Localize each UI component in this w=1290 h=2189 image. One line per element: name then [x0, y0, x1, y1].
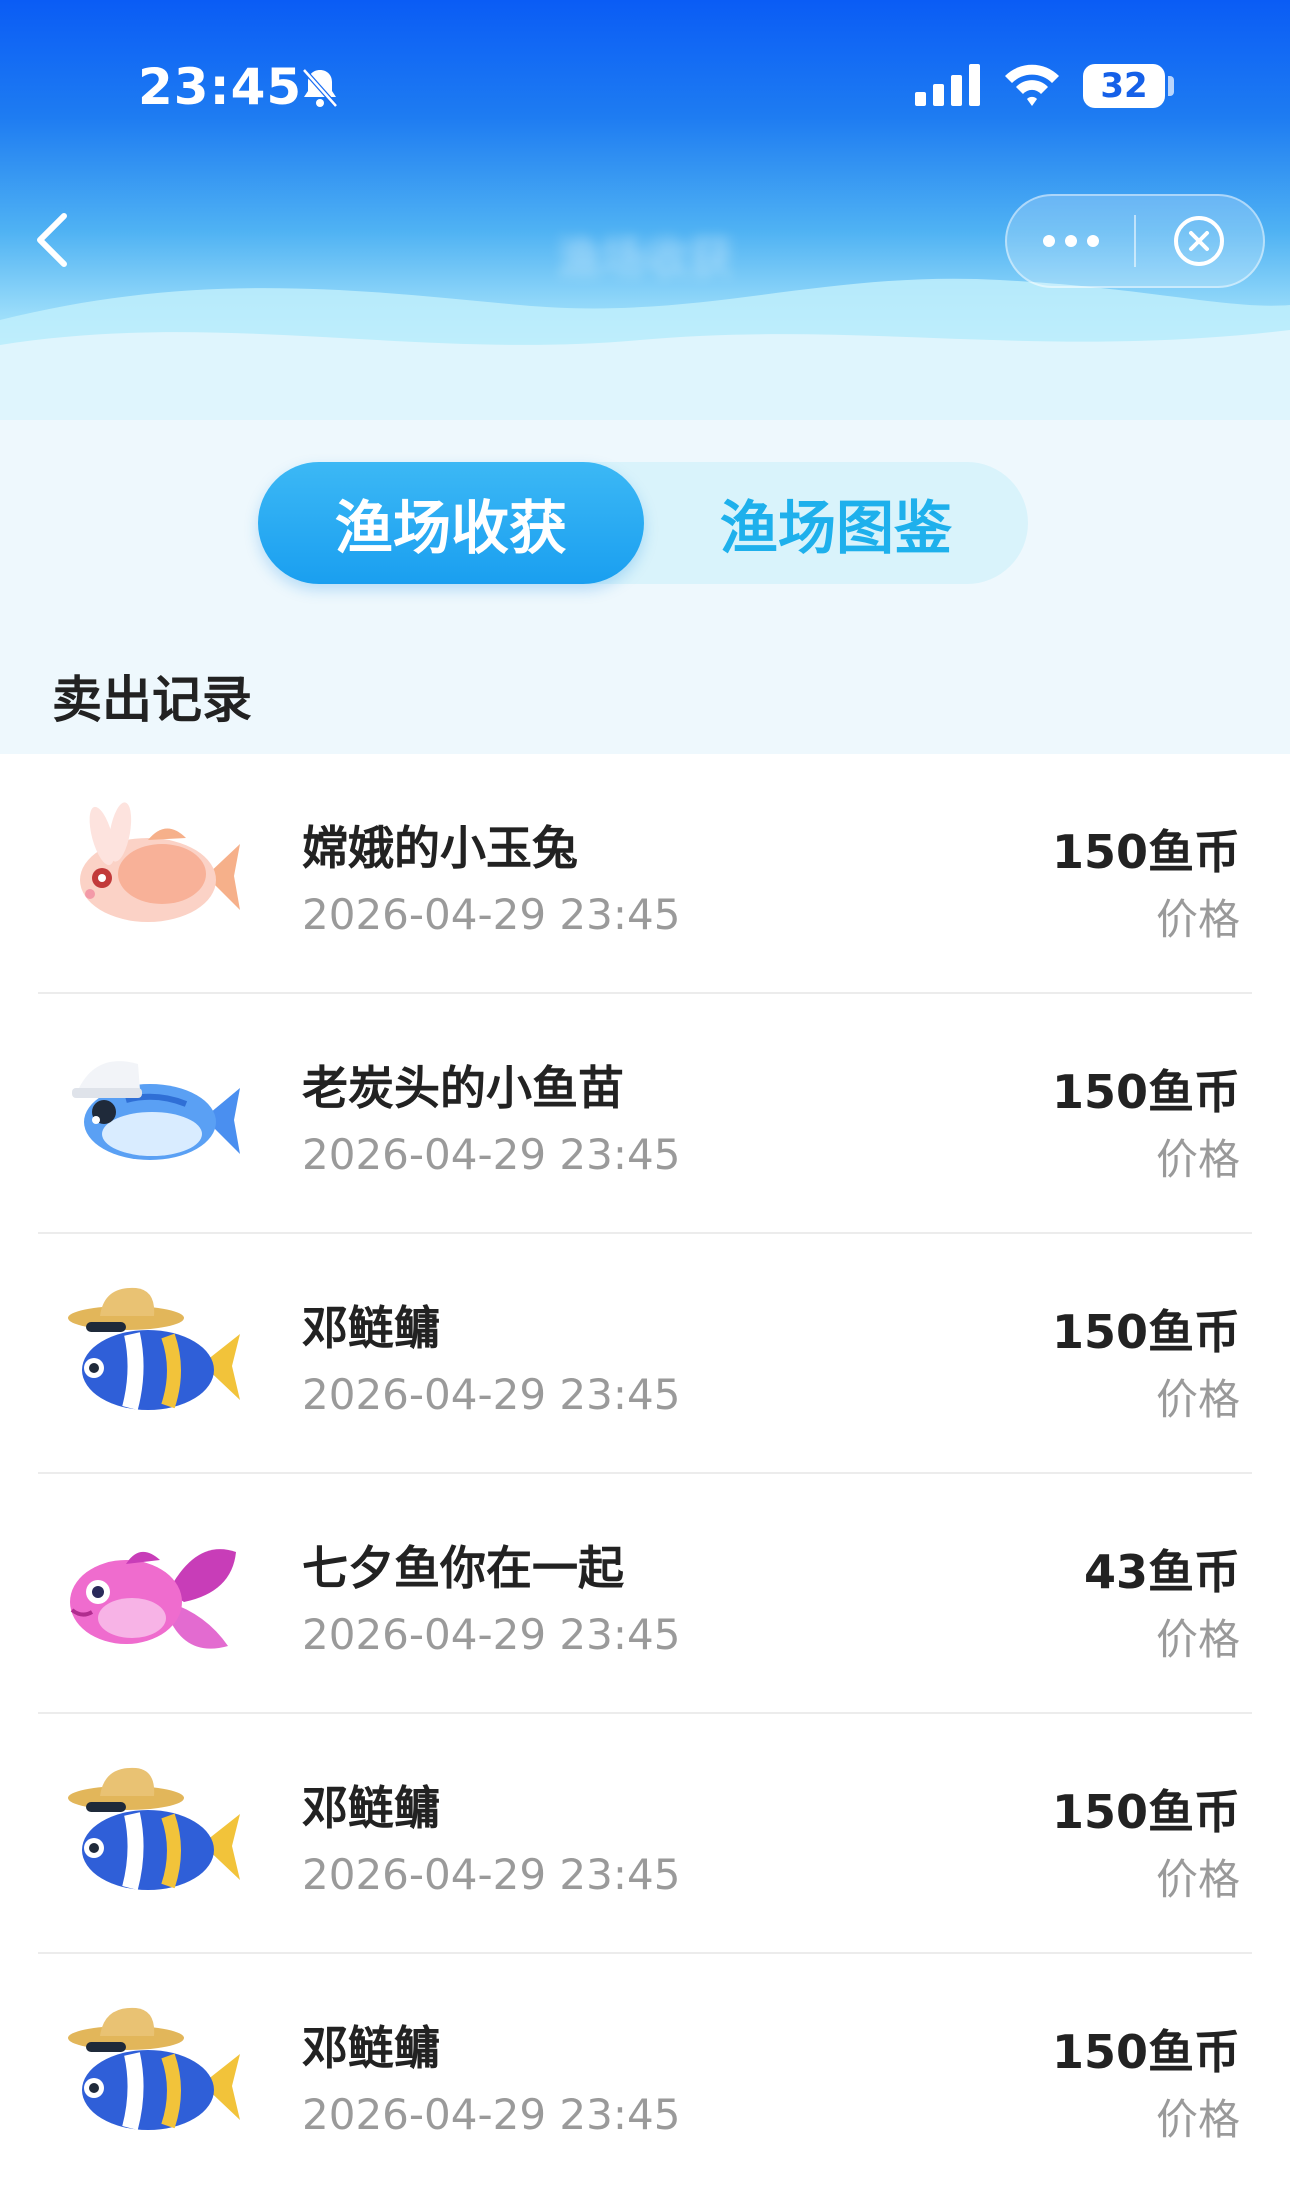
list-item[interactable]: 老炭头的小鱼苗 2026-04-29 23:45 150鱼币 价格 [38, 994, 1252, 1234]
sale-date: 2026-04-29 23:45 [302, 890, 681, 939]
hat-fish-icon [68, 1767, 240, 1891]
price-label: 价格 [1155, 1135, 1240, 1184]
sale-price: 150鱼币 [1051, 825, 1240, 879]
sales-record-list: 嫦娥的小玉兔 2026-04-29 23:45 150鱼币 价格 老炭头的小鱼苗… [0, 754, 1290, 2189]
mini-program-capsule [1005, 194, 1265, 288]
fish-name: 老炭头的小鱼苗 [302, 1061, 624, 1115]
battery-icon: 32 [1083, 64, 1165, 108]
fish-name: 嫦娥的小玉兔 [302, 821, 578, 875]
close-circle-icon [1174, 216, 1225, 266]
section-title: 卖出记录 [52, 671, 252, 729]
wifi-icon [1005, 64, 1059, 106]
tab-bar: 渔场收获 渔场图鉴 [258, 462, 1028, 584]
sale-price: 150鱼币 [1051, 2025, 1240, 2079]
sale-price: 150鱼币 [1051, 1785, 1240, 1839]
header: 23:45 32 渔场收获 [0, 0, 1290, 420]
more-button[interactable] [1007, 196, 1134, 286]
list-item[interactable]: 邓鲢鳙 2026-04-29 23:45 150鱼币 价格 [38, 1234, 1252, 1474]
fish-name: 邓鲢鳙 [302, 1781, 440, 1835]
fish-name: 邓鲢鳙 [302, 2021, 440, 2075]
fish-name: 邓鲢鳙 [302, 1301, 440, 1355]
back-arrow-icon[interactable] [24, 204, 84, 276]
price-label: 价格 [1155, 2095, 1240, 2144]
price-label: 价格 [1155, 1855, 1240, 1904]
signal-icon [915, 64, 980, 106]
tab-harvest[interactable]: 渔场收获 [258, 462, 644, 584]
butterfly-fish-icon [70, 1549, 236, 1649]
price-label: 价格 [1155, 1615, 1240, 1664]
page-title: 渔场收获 [557, 233, 733, 284]
hat-fish-icon [68, 2007, 240, 2131]
sale-date: 2026-04-29 23:45 [302, 1850, 681, 1899]
tab-catalog[interactable]: 渔场图鉴 [644, 462, 1028, 584]
sale-date: 2026-04-29 23:45 [302, 1130, 681, 1179]
sale-price: 150鱼币 [1051, 1305, 1240, 1359]
list-item[interactable]: 邓鲢鳙 2026-04-29 23:45 150鱼币 价格 [38, 1954, 1252, 2189]
price-label: 价格 [1155, 1375, 1240, 1424]
list-item[interactable]: 嫦娥的小玉兔 2026-04-29 23:45 150鱼币 价格 [38, 754, 1252, 994]
price-label: 价格 [1155, 895, 1240, 944]
sale-date: 2026-04-29 23:45 [302, 2090, 681, 2139]
sale-price: 150鱼币 [1051, 1065, 1240, 1119]
battery-cap [1168, 76, 1174, 96]
sale-date: 2026-04-29 23:45 [302, 1610, 681, 1659]
list-item[interactable]: 七夕鱼你在一起 2026-04-29 23:45 43鱼币 价格 [38, 1474, 1252, 1714]
list-item[interactable]: 邓鲢鳙 2026-04-29 23:45 150鱼币 价格 [38, 1714, 1252, 1954]
fish-name: 七夕鱼你在一起 [302, 1541, 624, 1595]
close-button[interactable] [1136, 196, 1263, 286]
more-dots-icon [1042, 235, 1099, 247]
cap-fish-icon [72, 1061, 240, 1160]
hat-fish-icon [68, 1287, 240, 1411]
sale-price: 43鱼币 [1083, 1545, 1240, 1599]
bell-muted-icon [302, 68, 338, 108]
sale-date: 2026-04-29 23:45 [302, 1370, 681, 1419]
rabbit-fish-icon [80, 802, 240, 922]
status-time: 23:45 [138, 58, 303, 116]
